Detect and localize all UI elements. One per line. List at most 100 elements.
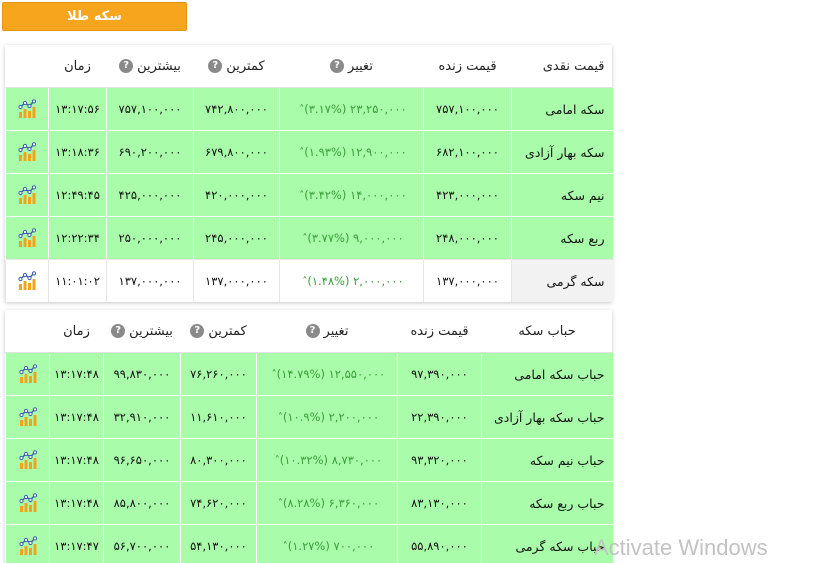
row-low: ۸۰,۳۰۰,۰۰۰ [180, 438, 257, 482]
row-price: ۵۵,۸۹۰,۰۰۰ [397, 524, 482, 563]
table-row[interactable]: حباب سکه گرمی ۵۵,۸۹۰,۰۰۰ ۷۰۰,۰۰۰ (۱.۲۷%)˄ ۵… [5, 524, 613, 563]
bubble-table-panel: حباب سکه قیمت زنده تغییر? کمترین? بیشتری… [5, 310, 613, 563]
row-high: ۱۳۷,۰۰۰,۰۰۰ [106, 259, 194, 302]
row-price: ۲۲,۳۹۰,۰۰۰ [397, 395, 482, 439]
table-row[interactable]: حباب نیم سکه ۹۳,۳۲۰,۰۰۰ ۸,۷۳۰,۰۰۰ (۱۰.۳۲%)… [5, 438, 613, 482]
row-name[interactable]: ربع سکه [511, 216, 613, 260]
table-row[interactable]: سکه گرمی ۱۳۷,۰۰۰,۰۰۰ ۲,۰۰۰,۰۰۰ (۱.۴۸%)˄ ۱۳۷… [5, 259, 613, 302]
table-row[interactable]: حباب سکه بهار آزادی ۲۲,۳۹۰,۰۰۰ ۲,۲۰۰,۰۰۰ (… [5, 395, 613, 439]
row-price: ۸۳,۱۳۰,۰۰۰ [397, 481, 482, 525]
row-change: ۶,۳۶۰,۰۰۰ (۸.۲۸%)˄ [256, 481, 398, 525]
header-name: قیمت نقدی [511, 45, 613, 88]
arrow-up-icon: ˄ [302, 276, 308, 287]
chart-icon[interactable] [5, 259, 49, 302]
table-row[interactable]: سکه بهار آزادی ۶۸۲,۱۰۰,۰۰۰ ۱۲,۹۰۰,۰۰۰ (۱.۹… [5, 130, 613, 174]
row-time: ۱۳:۱۷:۵۶ [48, 87, 107, 131]
row-name[interactable]: نیم سکه [511, 173, 613, 217]
chart-icon[interactable] [5, 438, 50, 482]
header-low: کمترین? [180, 310, 257, 353]
chart-icon[interactable] [5, 481, 50, 525]
arrow-up-icon: ˄ [299, 147, 305, 158]
row-time: ۱۳:۱۷:۴۸ [49, 395, 104, 439]
table-row[interactable]: سکه امامی ۷۵۷,۱۰۰,۰۰۰ ۲۳,۲۵۰,۰۰۰ (۳.۱۷%)˄ ۷… [5, 87, 613, 131]
header-low-label: کمترین [226, 58, 265, 74]
row-change-value: ۲,۲۰۰,۰۰۰ (۱۰.۹%) [282, 410, 380, 424]
row-change-value: ۱۲,۵۵۰,۰۰۰ (۱۴.۷۹%) [276, 367, 386, 381]
header-high-label: بیشترین [137, 58, 181, 74]
header-chart [5, 45, 49, 88]
row-high: ۸۵,۸۰۰,۰۰۰ [103, 481, 181, 525]
row-low: ۷۴,۶۲۰,۰۰۰ [180, 481, 257, 525]
row-high: ۷۵۷,۱۰۰,۰۰۰ [106, 87, 194, 131]
table-row[interactable]: ربع سکه ۲۴۸,۰۰۰,۰۰۰ ۹,۰۰۰,۰۰۰ (۳.۷۷%)˄ ۲۴۵,… [5, 216, 613, 260]
row-name[interactable]: حباب نیم سکه [481, 438, 613, 482]
header-change-label: تغییر [323, 323, 349, 339]
row-change: ۱۴,۰۰۰,۰۰۰ (۳.۴۲%)˄ [279, 173, 424, 217]
header-chart [5, 310, 50, 353]
row-change: ۲,۰۰۰,۰۰۰ (۱.۴۸%)˄ [279, 259, 424, 302]
row-change: ۹,۰۰۰,۰۰۰ (۳.۷۷%)˄ [279, 216, 424, 260]
chart-icon[interactable] [5, 524, 50, 563]
header-change: تغییر? [279, 45, 424, 88]
arrow-up-icon: ˄ [277, 498, 283, 509]
row-high: ۵۶,۷۰۰,۰۰۰ [103, 524, 181, 563]
row-low: ۶۷۹,۸۰۰,۰۰۰ [193, 130, 280, 174]
row-high: ۳۲,۹۱۰,۰۰۰ [103, 395, 181, 439]
row-high: ۴۲۵,۰۰۰,۰۰۰ [106, 173, 194, 217]
page: سکه طلا قیمت نقدی قیمت زنده تغییر? کمتری… [0, 0, 827, 563]
bubble-table: حباب سکه قیمت زنده تغییر? کمترین? بیشتری… [5, 310, 613, 563]
row-name[interactable]: حباب سکه گرمی [481, 524, 613, 563]
help-icon[interactable]: ? [305, 324, 320, 338]
header-high-label: بیشترین [129, 323, 173, 339]
help-icon[interactable]: ? [208, 59, 223, 73]
table-row[interactable]: حباب ربع سکه ۸۳,۱۳۰,۰۰۰ ۶,۳۶۰,۰۰۰ (۸.۲۸%)˄… [5, 481, 613, 525]
header-high: بیشترین? [103, 310, 181, 353]
help-icon[interactable]: ? [330, 59, 345, 73]
row-time: ۱۳:۱۸:۳۶ [48, 130, 107, 174]
chart-icon[interactable] [5, 130, 49, 174]
chart-icon[interactable] [5, 173, 49, 217]
arrow-up-icon: ˄ [299, 190, 305, 201]
row-low: ۴۲۰,۰۰۰,۰۰۰ [193, 173, 280, 217]
row-time: ۱۳:۱۷:۴۸ [49, 352, 104, 396]
help-icon[interactable]: ? [119, 59, 134, 73]
row-change: ۲۳,۲۵۰,۰۰۰ (۳.۱۷%)˄ [279, 87, 424, 131]
row-low: ۲۴۵,۰۰۰,۰۰۰ [193, 216, 280, 260]
row-name[interactable]: حباب سکه بهار آزادی [481, 395, 613, 439]
help-icon[interactable]: ? [111, 324, 126, 338]
windows-activation-watermark: Activate Windows [594, 535, 768, 560]
row-price: ۱۳۷,۰۰۰,۰۰۰ [423, 259, 512, 302]
row-time: ۱۱:۰۱:۰۲ [48, 259, 107, 302]
row-high: ۶۹۰,۲۰۰,۰۰۰ [106, 130, 194, 174]
row-time: ۱۲:۲۲:۳۴ [48, 216, 107, 260]
row-low: ۵۴,۱۳۰,۰۰۰ [180, 524, 257, 563]
chart-icon[interactable] [5, 352, 50, 396]
row-change-value: ۱۴,۰۰۰,۰۰۰ (۳.۴۲%) [304, 188, 407, 202]
header-price: قیمت زنده [423, 45, 512, 88]
row-time: ۱۲:۴۹:۴۵ [48, 173, 107, 217]
row-time: ۱۳:۱۷:۴۸ [49, 438, 104, 482]
row-low: ۷۴۲,۸۰۰,۰۰۰ [193, 87, 280, 131]
gold-coin-tab-button[interactable]: سکه طلا [2, 2, 187, 31]
row-name[interactable]: سکه بهار آزادی [511, 130, 613, 174]
row-price: ۲۴۸,۰۰۰,۰۰۰ [423, 216, 512, 260]
row-change-value: ۱۲,۹۰۰,۰۰۰ (۱.۹۳%) [304, 145, 407, 159]
row-name[interactable]: سکه گرمی [511, 259, 613, 302]
row-change-value: ۶,۳۶۰,۰۰۰ (۸.۲۸%) [282, 496, 380, 510]
chart-icon[interactable] [5, 87, 49, 131]
table-row[interactable]: نیم سکه ۴۲۳,۰۰۰,۰۰۰ ۱۴,۰۰۰,۰۰۰ (۳.۴۲%)˄ ۴۲۰… [5, 173, 613, 217]
table-row[interactable]: حباب سکه امامی ۹۷,۳۹۰,۰۰۰ ۱۲,۵۵۰,۰۰۰ (۱۴.۷… [5, 352, 613, 396]
arrow-up-icon: ˄ [271, 369, 277, 380]
table-header-row: قیمت نقدی قیمت زنده تغییر? کمترین? بیشتر… [5, 45, 613, 88]
row-name[interactable]: سکه امامی [511, 87, 613, 131]
help-icon[interactable]: ? [190, 324, 205, 338]
arrow-up-icon: ˄ [299, 104, 305, 115]
row-change-value: ۲۳,۲۵۰,۰۰۰ (۳.۱۷%) [304, 102, 407, 116]
row-name[interactable]: حباب ربع سکه [481, 481, 613, 525]
chart-icon[interactable] [5, 395, 50, 439]
chart-icon[interactable] [5, 216, 49, 260]
arrow-up-icon: ˄ [274, 455, 280, 466]
row-name[interactable]: حباب سکه امامی [481, 352, 613, 396]
row-change: ۱۲,۹۰۰,۰۰۰ (۱.۹۳%)˄ [279, 130, 424, 174]
row-change-value: ۲,۰۰۰,۰۰۰ (۱.۴۸%) [307, 274, 404, 288]
